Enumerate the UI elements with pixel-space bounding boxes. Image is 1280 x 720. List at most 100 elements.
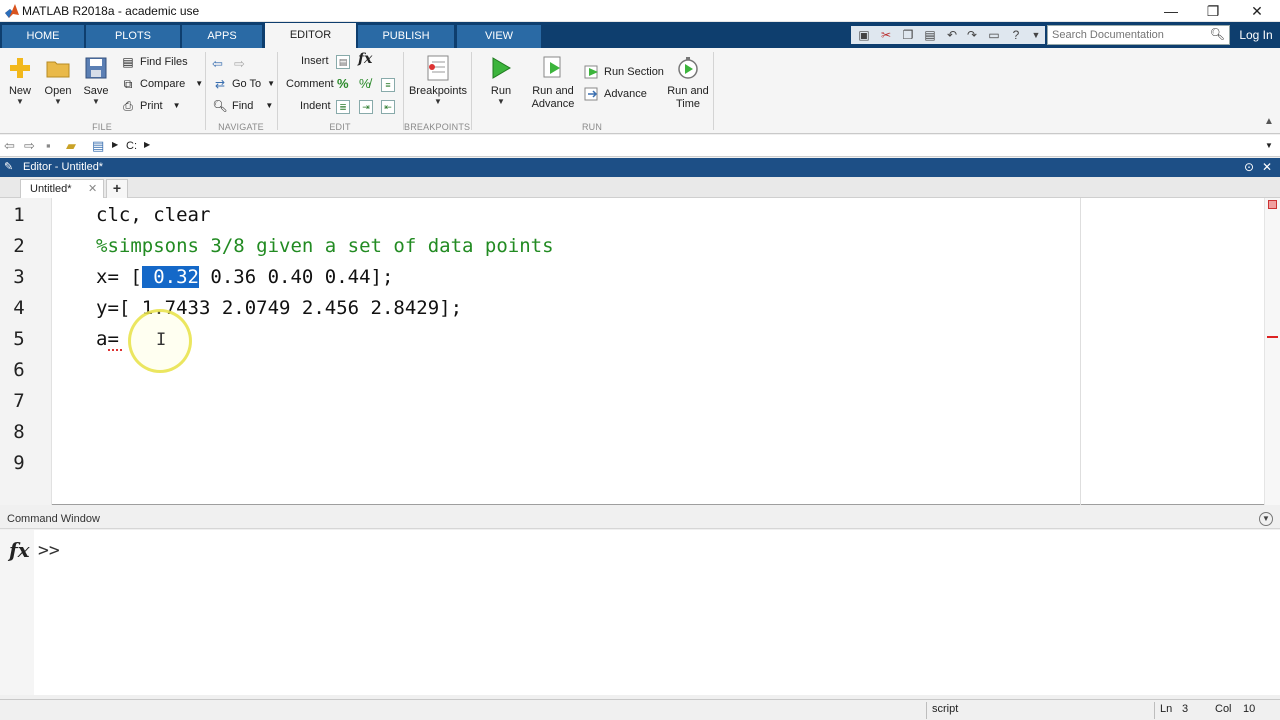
- file-tab-untitled[interactable]: Untitled* ✕: [20, 179, 104, 198]
- save-button[interactable]: Save ▼: [80, 54, 112, 106]
- tab-apps[interactable]: APPS: [182, 25, 262, 48]
- chevron-down-icon: ▼: [54, 97, 62, 106]
- compare-button[interactable]: ⧉ Compare ▼: [120, 74, 203, 94]
- new-button[interactable]: New ▼: [4, 54, 36, 106]
- window-title: MATLAB R2018a - academic use: [22, 4, 200, 18]
- run-button[interactable]: Run ▼: [484, 54, 518, 106]
- current-folder-path[interactable]: C:: [126, 140, 137, 152]
- new-tab-button[interactable]: +: [106, 179, 128, 198]
- group-separator: [205, 52, 206, 130]
- line-number: 7: [13, 390, 25, 412]
- copy-icon[interactable]: ❐: [901, 28, 915, 42]
- close-window-button[interactable]: ✕: [1234, 0, 1280, 22]
- group-label-run: RUN: [581, 122, 603, 132]
- smart-indent-icon[interactable]: ≣: [336, 100, 350, 114]
- folder-icon: [44, 54, 72, 82]
- collapse-toolstrip-icon[interactable]: ▲: [1264, 116, 1274, 127]
- help-icon[interactable]: ?: [1009, 28, 1023, 42]
- switch-windows-icon[interactable]: ▭: [987, 28, 1001, 42]
- editor-toolstrip: New ▼ Open ▼ Save ▼ ▤ Find Files ⧉ Compare…: [0, 48, 1280, 134]
- increase-indent-icon[interactable]: ⇥: [359, 100, 373, 114]
- insert-function-icon[interactable]: fx: [358, 51, 372, 67]
- go-to-icon: ⇄: [214, 77, 226, 91]
- search-input[interactable]: [1048, 26, 1208, 44]
- line-number: 3: [13, 266, 25, 288]
- breakpoints-icon: [424, 54, 452, 82]
- chevron-down-icon[interactable]: ▼: [1265, 141, 1273, 150]
- run-and-time-button[interactable]: Run and Time: [664, 54, 712, 111]
- command-window[interactable]: fx >>: [0, 530, 1280, 695]
- insert-section-icon[interactable]: ▤: [336, 55, 350, 69]
- paste-icon[interactable]: ▤: [923, 28, 937, 42]
- line-number-gutter: 1 2 3 4 5 6 7 8 9: [0, 198, 52, 505]
- group-label-edit: EDIT: [329, 122, 351, 132]
- back-arrow-icon[interactable]: ⇦: [4, 138, 15, 154]
- chevron-down-icon: ▼: [267, 79, 276, 88]
- line-number: 1: [13, 204, 25, 226]
- breakpoints-button[interactable]: Breakpoints ▼: [407, 54, 469, 106]
- chevron-down-icon: ▼: [195, 79, 204, 88]
- run-section-button[interactable]: Run Section: [584, 62, 664, 82]
- editor-file-tabs: Untitled* ✕ +: [0, 177, 1280, 198]
- wrap-comments-icon[interactable]: ≡: [381, 78, 395, 92]
- line-number: 4: [13, 297, 25, 319]
- chevron-down-icon: ▼: [16, 97, 24, 106]
- indent-label[interactable]: Indent: [300, 100, 331, 112]
- editor-title: Editor - Untitled*: [23, 161, 104, 173]
- drive-icon[interactable]: ▤: [92, 138, 104, 154]
- insert-label[interactable]: Insert: [301, 55, 329, 67]
- up-folder-icon[interactable]: ▪: [46, 138, 51, 153]
- find-files-button[interactable]: ▤ Find Files: [120, 52, 187, 72]
- go-to-button[interactable]: ⇄ Go To ▼: [212, 74, 275, 94]
- minimize-button[interactable]: —: [1148, 0, 1194, 22]
- login-button[interactable]: Log In: [1232, 22, 1280, 48]
- chevron-down-icon[interactable]: ▼: [1029, 28, 1043, 42]
- save-icon[interactable]: ▣: [857, 28, 871, 42]
- code-analyzer-line-marker[interactable]: [1267, 336, 1278, 338]
- back-arrow-icon[interactable]: ⇦: [212, 56, 223, 72]
- function-browser-icon[interactable]: fx: [9, 538, 30, 562]
- advance-button[interactable]: Advance: [584, 84, 647, 104]
- browse-folder-icon[interactable]: ▰: [66, 138, 76, 154]
- maximize-button[interactable]: ❐: [1190, 0, 1236, 22]
- search-icon[interactable]: 🔍︎: [1210, 27, 1225, 41]
- code-editor[interactable]: 1 2 3 4 5 6 7 8 9 clc, clear %simpsons 3…: [0, 198, 1280, 505]
- panel-actions-icon[interactable]: ⊙: [1242, 160, 1256, 174]
- forward-arrow-icon[interactable]: ⇨: [234, 56, 245, 72]
- tab-editor[interactable]: EDITOR: [265, 23, 356, 48]
- chevron-right-icon[interactable]: ▶: [144, 140, 150, 149]
- compare-icon: ⧉: [123, 77, 133, 91]
- cut-icon[interactable]: ✂: [879, 28, 893, 42]
- run-and-advance-button[interactable]: Run and Advance: [530, 54, 576, 111]
- decrease-indent-icon[interactable]: ⇤: [381, 100, 395, 114]
- find-button[interactable]: 🔍︎ Find ▼: [212, 96, 273, 116]
- code-line-1[interactable]: clc, clear: [96, 204, 210, 226]
- search-documentation[interactable]: 🔍︎: [1047, 25, 1230, 45]
- code-line-5[interactable]: a=: [96, 328, 119, 350]
- command-window-title: Command Window: [7, 513, 100, 525]
- code-line-2[interactable]: %simpsons 3/8 given a set of data points: [96, 235, 554, 257]
- chevron-right-icon[interactable]: ▶: [112, 140, 118, 149]
- chevron-down-icon[interactable]: ▼: [1259, 512, 1273, 526]
- run-play-icon: [487, 54, 515, 82]
- print-button[interactable]: ⎙ Print ▼: [120, 96, 180, 116]
- tab-plots[interactable]: PLOTS: [86, 25, 180, 48]
- close-panel-icon[interactable]: ✕: [1260, 160, 1274, 174]
- group-label-breakpoints: BREAKPOINTS: [404, 122, 471, 132]
- code-line-3[interactable]: x= [ 0.32 0.36 0.40 0.44];: [96, 266, 393, 288]
- editor-vertical-scrollbar[interactable]: [1264, 198, 1280, 505]
- tab-view[interactable]: VIEW: [457, 25, 541, 48]
- tab-home[interactable]: HOME: [2, 25, 84, 48]
- forward-arrow-icon[interactable]: ⇨: [24, 138, 35, 154]
- open-button[interactable]: Open ▼: [42, 54, 74, 106]
- tab-publish[interactable]: PUBLISH: [358, 25, 454, 48]
- undo-icon[interactable]: ↶: [945, 28, 959, 42]
- code-analyzer-error-marker[interactable]: [1268, 200, 1277, 209]
- comment-icon[interactable]: %: [337, 76, 349, 91]
- uncomment-icon[interactable]: %̸: [359, 76, 371, 91]
- selected-text: 0.32: [141, 266, 199, 288]
- redo-icon[interactable]: ↷: [965, 28, 979, 42]
- close-tab-icon[interactable]: ✕: [88, 182, 97, 195]
- comment-label[interactable]: Comment: [286, 78, 334, 90]
- command-prompt[interactable]: >>: [38, 540, 60, 561]
